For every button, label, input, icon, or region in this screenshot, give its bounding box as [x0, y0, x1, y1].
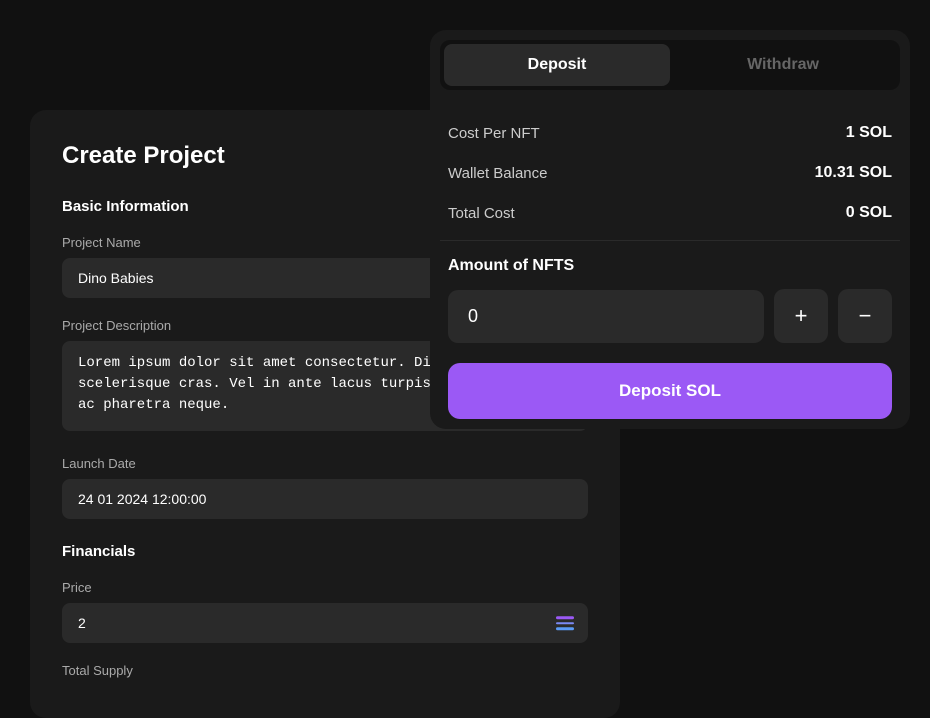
- increment-button[interactable]: +: [774, 289, 828, 343]
- price-label: Price: [62, 580, 588, 595]
- divider: [440, 240, 900, 241]
- launch-date-input[interactable]: [62, 479, 588, 519]
- financials-section: Financials Price Total Supply: [62, 543, 588, 678]
- cost-per-nft-value: 1 SOL: [846, 124, 892, 142]
- price-input[interactable]: [62, 603, 588, 643]
- price-field-wrap: [62, 603, 588, 643]
- total-cost-row: Total Cost 0 SOL: [440, 194, 900, 232]
- amount-label: Amount of NFTS: [440, 257, 900, 275]
- tab-deposit[interactable]: Deposit: [444, 44, 670, 86]
- total-supply-label: Total Supply: [62, 663, 588, 678]
- wallet-balance-row: Wallet Balance 10.31 SOL: [440, 154, 900, 192]
- deposit-sol-button[interactable]: Deposit SOL: [448, 363, 892, 419]
- total-cost-value: 0 SOL: [846, 204, 892, 222]
- cost-per-nft-row: Cost Per NFT 1 SOL: [440, 114, 900, 152]
- amount-input[interactable]: [448, 290, 764, 343]
- total-cost-label: Total Cost: [448, 205, 515, 222]
- tab-withdraw[interactable]: Withdraw: [670, 44, 896, 86]
- decrement-button[interactable]: −: [838, 289, 892, 343]
- financials-section-title: Financials: [62, 543, 588, 560]
- wallet-balance-label: Wallet Balance: [448, 165, 548, 182]
- deposit-card: Deposit Withdraw Cost Per NFT 1 SOL Wall…: [430, 30, 910, 429]
- cost-per-nft-label: Cost Per NFT: [448, 125, 540, 142]
- tab-bar: Deposit Withdraw: [440, 40, 900, 90]
- amount-controls: + −: [440, 289, 900, 343]
- wallet-balance-value: 10.31 SOL: [815, 164, 892, 182]
- price-icon[interactable]: [556, 616, 574, 630]
- launch-date-label: Launch Date: [62, 456, 588, 471]
